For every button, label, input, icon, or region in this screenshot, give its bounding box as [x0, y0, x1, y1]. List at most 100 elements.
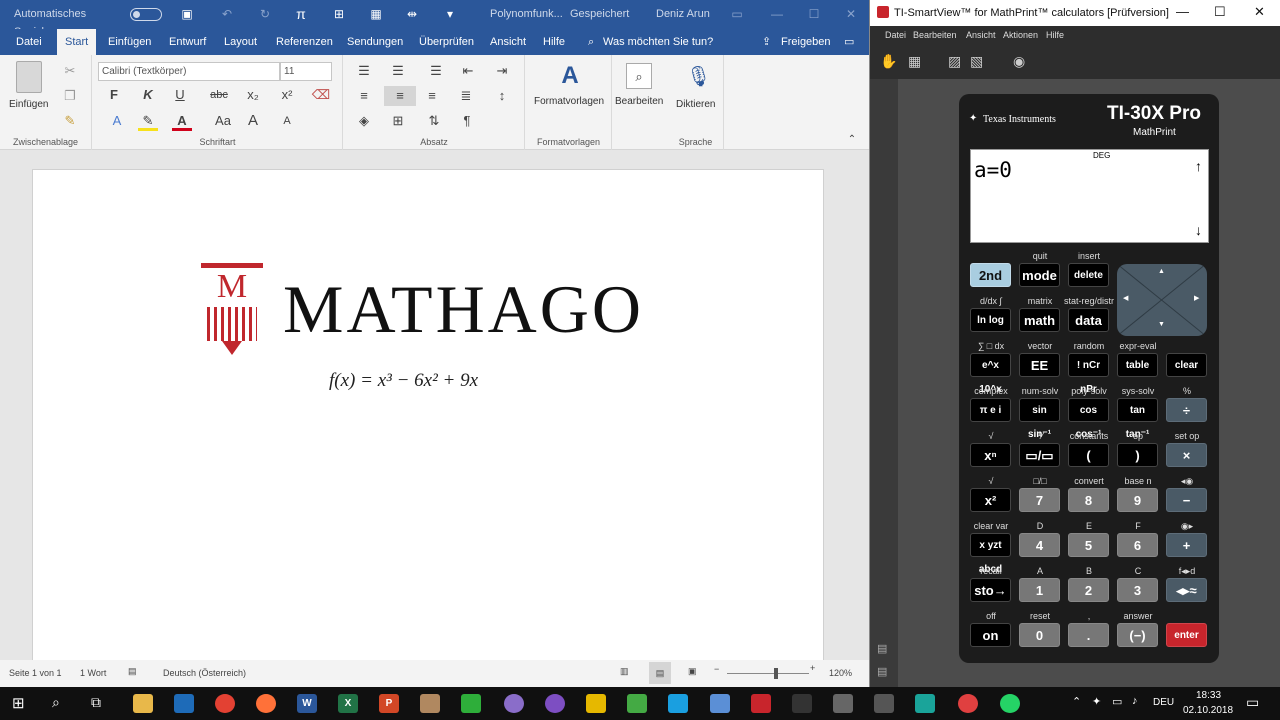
- ti-panel-icon-2[interactable]: ▤: [877, 665, 887, 678]
- calc-key[interactable]: ! nCr nPr: [1068, 353, 1109, 395]
- action-center-icon[interactable]: ▭: [1246, 694, 1259, 711]
- calc-key[interactable]: sin sin⁻¹: [1019, 398, 1060, 440]
- redo-icon[interactable]: ↻: [256, 5, 274, 23]
- bullets-icon[interactable]: ☰: [354, 61, 374, 81]
- bold-button[interactable]: F: [104, 85, 124, 105]
- share-button[interactable]: Freigeben: [781, 29, 831, 55]
- dpad-down-icon[interactable]: ▼: [1158, 321, 1165, 328]
- zoom-slider-thumb[interactable]: [774, 668, 779, 679]
- read-mode-icon[interactable]: ▥: [620, 666, 629, 677]
- align-right-icon[interactable]: ≡: [422, 86, 442, 106]
- calc-key[interactable]: 2nd: [970, 263, 1011, 287]
- calc-key[interactable]: x yzt abcd: [970, 533, 1011, 575]
- calc-key[interactable]: ▭/▭: [1019, 443, 1060, 467]
- clock-date[interactable]: 02.10.2018: [1183, 705, 1233, 716]
- calc-key[interactable]: data: [1068, 308, 1109, 332]
- calc-key[interactable]: ◂▸≈: [1166, 578, 1207, 602]
- calc-key[interactable]: xⁿ: [970, 443, 1011, 467]
- explorer-icon[interactable]: [133, 694, 153, 713]
- ti-view2-icon[interactable]: ▧: [970, 53, 983, 70]
- app-icon-8[interactable]: [792, 694, 812, 713]
- calc-key[interactable]: ×: [1166, 443, 1207, 467]
- calc-key[interactable]: +: [1166, 533, 1207, 557]
- web-layout-icon[interactable]: ▣: [688, 666, 697, 677]
- search-icon[interactable]: ⌕: [588, 29, 594, 55]
- shrink-font-button[interactable]: A: [277, 111, 297, 131]
- task-view-icon[interactable]: ⧉: [91, 694, 101, 711]
- language-indicator[interactable]: Deutsch (Österreich): [163, 668, 246, 678]
- cut-icon[interactable]: ✂: [60, 61, 80, 81]
- numbering-icon[interactable]: ☰: [388, 61, 408, 81]
- start-icon[interactable]: ⊞: [12, 694, 25, 712]
- page-count[interactable]: Seite 1 von 1: [9, 668, 62, 678]
- word-count[interactable]: 1 Wort: [80, 668, 106, 678]
- calc-key[interactable]: on: [970, 623, 1011, 647]
- font-name-combo[interactable]: Calibri (Textkörper): [98, 62, 280, 81]
- autosave-toggle[interactable]: [130, 8, 162, 21]
- share-icon[interactable]: ⇪: [762, 29, 771, 55]
- superscript-icon[interactable]: x²: [277, 85, 297, 105]
- ti-menu-hilfe[interactable]: Hilfe: [1046, 30, 1064, 40]
- calc-key[interactable]: mode: [1019, 263, 1060, 287]
- chrome-icon[interactable]: [215, 694, 235, 713]
- paste-icon[interactable]: [16, 61, 42, 93]
- multilevel-icon[interactable]: ☰: [426, 61, 446, 81]
- app-icon-10[interactable]: [874, 694, 894, 713]
- calc-key[interactable]: clear: [1166, 353, 1207, 377]
- increase-indent-icon[interactable]: ⇥: [492, 61, 512, 81]
- search-app-icon[interactable]: [174, 694, 194, 713]
- taskbar-search-icon[interactable]: ⌕: [52, 694, 60, 711]
- show-marks-button[interactable]: ¶: [457, 111, 477, 131]
- table-icon[interactable]: ▦: [367, 5, 385, 23]
- app-icon-9[interactable]: [833, 694, 853, 713]
- calc-key[interactable]: e^x 10^x: [970, 353, 1011, 395]
- maximize-icon[interactable]: ☐: [805, 5, 823, 23]
- microphone-icon[interactable]: 🎙: [686, 63, 711, 91]
- app-icon-3[interactable]: [545, 694, 565, 713]
- calc-key[interactable]: 8: [1068, 488, 1109, 512]
- collapse-ribbon-icon[interactable]: ⌃: [844, 133, 860, 147]
- tab-entwurf[interactable]: Entwurf: [169, 29, 206, 55]
- calc-key[interactable]: 3: [1117, 578, 1158, 602]
- calc-key[interactable]: 6: [1117, 533, 1158, 557]
- ti-panel-icon-1[interactable]: ▤: [877, 642, 887, 655]
- tab-referenzen[interactable]: Referenzen: [276, 29, 333, 55]
- paste-button[interactable]: Einfügen: [9, 99, 48, 110]
- dropbox-icon[interactable]: ✦: [1092, 695, 1101, 708]
- app-icon-6[interactable]: [668, 694, 688, 713]
- polynomial-formula[interactable]: f(x) = x³ − 6x² + 9x: [329, 370, 478, 392]
- line-spacing-icon[interactable]: ↕: [492, 86, 512, 106]
- dpad[interactable]: ▲ ▼ ◀ ▶: [1117, 264, 1207, 336]
- calc-key[interactable]: 5: [1068, 533, 1109, 557]
- borders-icon[interactable]: ⊞: [388, 111, 408, 131]
- calc-key[interactable]: sto→: [970, 578, 1011, 602]
- edit-button[interactable]: Bearbeiten: [615, 96, 663, 107]
- align-left-icon[interactable]: ≡: [354, 86, 374, 106]
- styles-icon[interactable]: A: [557, 61, 583, 91]
- calc-key[interactable]: enter: [1166, 623, 1207, 647]
- text-effects-icon[interactable]: A: [107, 111, 127, 131]
- ti-minimize-icon[interactable]: —: [1176, 4, 1189, 19]
- zoom-in-icon[interactable]: +: [810, 663, 815, 673]
- font-size-combo[interactable]: 11: [280, 62, 332, 81]
- tab-start[interactable]: Start: [57, 29, 97, 55]
- copy-icon[interactable]: ❐: [60, 86, 80, 106]
- ti-close-icon[interactable]: ✕: [1254, 4, 1265, 20]
- clear-format-icon[interactable]: ⌫: [311, 85, 331, 105]
- calc-key[interactable]: −: [1166, 488, 1207, 512]
- tab-datei[interactable]: Datei: [16, 29, 42, 55]
- tab-sendungen[interactable]: Sendungen: [347, 29, 403, 55]
- tab-hilfe[interactable]: Hilfe: [543, 29, 565, 55]
- user-name[interactable]: Deniz Arun: [656, 5, 716, 23]
- ti-calculator-select-icon[interactable]: ▦: [908, 53, 921, 70]
- underline-button[interactable]: U: [170, 85, 190, 105]
- calc-key[interactable]: ÷: [1166, 398, 1207, 422]
- font-color-button[interactable]: A: [172, 111, 192, 131]
- tray-chevron-icon[interactable]: ⌃: [1072, 695, 1081, 708]
- tab-einfuegen[interactable]: Einfügen: [108, 29, 151, 55]
- tab-layout[interactable]: Layout: [224, 29, 257, 55]
- shading-icon[interactable]: ◈: [354, 111, 374, 131]
- app-icon-12[interactable]: [958, 694, 978, 713]
- calc-key[interactable]: 4: [1019, 533, 1060, 557]
- format-painter-icon[interactable]: ✎: [60, 111, 80, 131]
